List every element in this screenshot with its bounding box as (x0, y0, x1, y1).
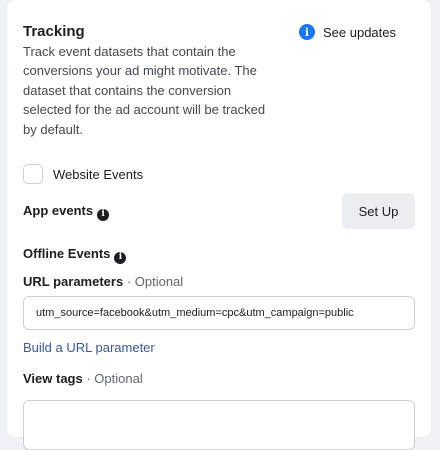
view-tags-optional: · Optional (82, 371, 143, 386)
offline-events-label: Offline Events (23, 246, 111, 261)
set-up-button[interactable]: Set Up (342, 193, 415, 229)
build-url-parameter-link[interactable]: Build a URL parameter (23, 340, 155, 356)
url-parameters-input[interactable] (23, 296, 415, 330)
info-icon[interactable]: i (97, 208, 110, 221)
offline-events-heading: Offline Events i (23, 246, 127, 264)
app-events-label: App events (23, 203, 94, 218)
info-icon: i (299, 24, 315, 40)
website-events-checkbox[interactable] (23, 164, 43, 184)
website-events-row[interactable]: Website Events (23, 164, 143, 184)
view-tags-input[interactable] (23, 400, 415, 450)
tracking-title: Tracking (23, 23, 85, 40)
url-parameters-label: URL parameters (23, 274, 124, 289)
website-events-label: Website Events (53, 166, 144, 182)
info-icon[interactable]: i (114, 251, 127, 264)
view-tags-heading: View tags · Optional (23, 371, 143, 387)
see-updates-button[interactable]: i See updates (299, 24, 396, 40)
app-events-heading: App events i (23, 203, 110, 221)
tracking-description: Track event datasets that contain the co… (23, 44, 266, 137)
see-updates-label: See updates (323, 24, 397, 40)
tracking-card: Tracking Track event datasets that conta… (7, 0, 431, 450)
url-parameters-heading: URL parameters · Optional (23, 274, 183, 290)
url-parameters-optional: · Optional (123, 274, 184, 289)
view-tags-label: View tags (23, 371, 83, 386)
